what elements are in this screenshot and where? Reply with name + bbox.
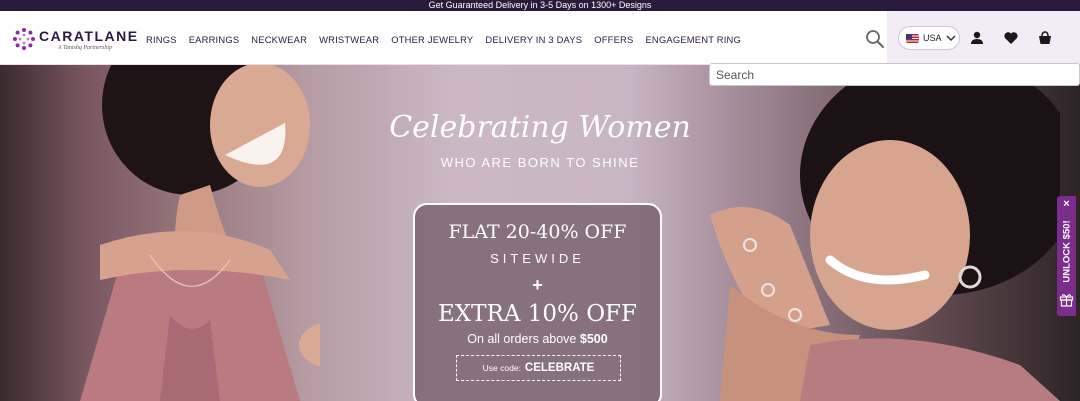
offer-min-order-amount: $500 xyxy=(579,332,608,346)
search-dropdown xyxy=(709,63,1080,86)
announcement-text: Get Guaranteed Delivery in 3-5 Days on 1… xyxy=(428,0,652,10)
brand-logo[interactable]: CARATLANE A Tanishq Partnership xyxy=(12,25,137,55)
main-menu: RINGS EARRINGS NECKWEAR WRISTWEAR OTHER … xyxy=(146,34,741,45)
unlock-offer-tab[interactable]: × UNLOCK $50! xyxy=(1057,196,1076,316)
nav-item-rings[interactable]: RINGS xyxy=(146,34,177,45)
promo-code-value: CELEBRATE xyxy=(524,362,595,374)
offer-line-2: SITEWIDE xyxy=(490,251,585,266)
search-icon[interactable] xyxy=(865,29,885,49)
offer-line-1: FLAT 20-40% OFF xyxy=(448,221,627,243)
model-left-image xyxy=(80,65,320,401)
nav-item-offers[interactable]: OFFERS xyxy=(594,34,633,45)
us-flag-icon xyxy=(906,33,919,43)
nav-item-earrings[interactable]: EARRINGS xyxy=(189,34,240,45)
user-icon[interactable] xyxy=(969,30,985,46)
offer-line-4: On all orders above $500 xyxy=(415,332,660,346)
hero-banner[interactable]: Celebrating Women WHO ARE BORN TO SHINE … xyxy=(0,65,1080,401)
promo-code-box[interactable]: Use code: CELEBRATE xyxy=(456,355,621,381)
logo-mark-icon xyxy=(13,28,35,50)
country-selector[interactable]: USA xyxy=(898,26,960,50)
search-input[interactable] xyxy=(710,64,1079,85)
hero-subtitle: WHO ARE BORN TO SHINE xyxy=(440,155,640,170)
nav-item-delivery-3-days[interactable]: DELIVERY IN 3 DAYS xyxy=(485,34,582,45)
announcement-bar: Get Guaranteed Delivery in 3-5 Days on 1… xyxy=(0,0,1080,11)
model-right-image xyxy=(710,85,1060,401)
nav-item-wristwear[interactable]: WRISTWEAR xyxy=(319,34,379,45)
chevron-down-icon xyxy=(945,35,956,42)
hero-title: Celebrating Women xyxy=(389,110,691,145)
offer-plus: + xyxy=(532,275,543,295)
nav-item-other-jewelry[interactable]: OTHER JEWELRY xyxy=(391,34,473,45)
country-label: USA xyxy=(923,33,942,43)
heart-icon[interactable] xyxy=(1003,30,1019,46)
gift-icon xyxy=(1059,294,1074,307)
nav-item-engagement-ring[interactable]: ENGAGEMENT RING xyxy=(645,34,741,45)
offer-line-3: EXTRA 10% OFF xyxy=(438,301,637,327)
promo-code-label: Use code: xyxy=(482,363,521,373)
offer-card[interactable]: FLAT 20-40% OFF SITEWIDE + EXTRA 10% OFF… xyxy=(413,203,662,401)
nav-item-neckwear[interactable]: NECKWEAR xyxy=(251,34,307,45)
unlock-offer-label: UNLOCK $50! xyxy=(1061,220,1073,283)
cart-icon[interactable] xyxy=(1037,30,1053,46)
brand-name: CARATLANE xyxy=(39,28,139,44)
offer-min-order-text: On all orders above xyxy=(467,332,577,346)
brand-tagline: A Tanishq Partnership xyxy=(58,45,113,51)
